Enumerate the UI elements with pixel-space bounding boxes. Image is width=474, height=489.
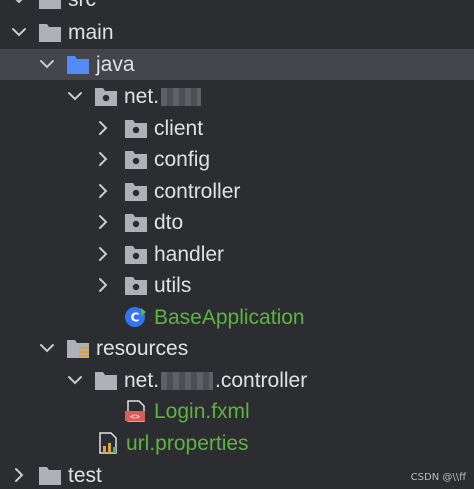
tree-label-handler: handler xyxy=(154,243,225,266)
chevron-right-icon[interactable] xyxy=(94,119,112,137)
chevron-right-icon[interactable] xyxy=(94,182,112,200)
tree-label-utils: utils xyxy=(154,274,192,297)
tree-row-handler[interactable]: handler xyxy=(0,239,474,270)
package-icon xyxy=(124,117,148,139)
tree-row-client[interactable]: client xyxy=(0,113,474,144)
svg-text:C: C xyxy=(131,311,140,325)
chevron-right-icon[interactable] xyxy=(10,466,28,484)
tree-label-test: test xyxy=(68,464,102,487)
folder-icon xyxy=(94,369,118,391)
tree-row-url-properties[interactable]: url.properties xyxy=(0,428,474,459)
chevron-down-icon[interactable] xyxy=(10,23,28,41)
tree-row-dto[interactable]: dto xyxy=(0,207,474,238)
tree-label-package: net. xyxy=(124,84,203,110)
chevron-right-icon[interactable] xyxy=(94,150,112,168)
redacted-text xyxy=(161,372,214,391)
chevron-down-icon[interactable] xyxy=(38,339,56,357)
chevron-down-icon[interactable] xyxy=(66,87,84,105)
tree-label-main: main xyxy=(68,21,114,44)
tree-label-url-properties: url.properties xyxy=(126,432,249,455)
package-icon xyxy=(124,274,148,296)
project-tree: src main java net. xyxy=(0,0,474,489)
chevron-down-icon[interactable] xyxy=(10,0,28,8)
tree-label-dto: dto xyxy=(154,211,184,234)
tree-row-base-application[interactable]: C BaseApplication xyxy=(0,302,474,333)
chevron-right-icon[interactable] xyxy=(94,276,112,294)
tree-row-src[interactable]: src xyxy=(0,0,474,15)
package-prefix: net. xyxy=(124,85,160,108)
tree-row-login-fxml[interactable]: <> Login.fxml xyxy=(0,396,474,427)
tree-label-client: client xyxy=(154,117,204,140)
properties-file-icon xyxy=(96,432,120,454)
res-package-prefix: net. xyxy=(124,369,160,392)
package-icon xyxy=(124,243,148,265)
redacted-text xyxy=(161,88,202,107)
tree-label-config: config xyxy=(154,148,211,171)
tree-row-package[interactable]: net. xyxy=(0,81,474,112)
tree-row-res-package[interactable]: net. .controller xyxy=(0,365,474,396)
tree-row-test[interactable]: test xyxy=(0,460,474,489)
folder-icon xyxy=(38,0,62,10)
tree-row-main[interactable]: main xyxy=(0,17,474,48)
tree-row-config[interactable]: config xyxy=(0,144,474,175)
tree-label-controller: controller xyxy=(154,180,241,203)
tree-row-utils[interactable]: utils xyxy=(0,270,474,301)
chevron-down-icon[interactable] xyxy=(66,371,84,389)
tree-label-java: java xyxy=(96,53,135,76)
source-folder-icon xyxy=(66,53,90,75)
tree-label-resources: resources xyxy=(96,337,189,360)
tree-label-res-package: net. .controller xyxy=(124,368,307,394)
chevron-right-icon[interactable] xyxy=(94,213,112,231)
folder-icon xyxy=(38,21,62,43)
package-icon xyxy=(124,148,148,170)
chevron-down-icon[interactable] xyxy=(38,55,56,73)
tree-row-java[interactable]: java xyxy=(0,49,474,80)
package-icon xyxy=(124,211,148,233)
package-icon xyxy=(94,85,118,107)
package-icon xyxy=(124,180,148,202)
tree-row-resources[interactable]: resources xyxy=(0,333,474,364)
res-package-suffix: .controller xyxy=(215,369,308,392)
resources-folder-icon xyxy=(66,337,90,359)
svg-text:<>: <> xyxy=(130,412,140,421)
java-class-icon: C xyxy=(124,306,148,328)
chevron-right-icon[interactable] xyxy=(94,245,112,263)
tree-row-controller[interactable]: controller xyxy=(0,176,474,207)
folder-icon xyxy=(38,464,62,486)
tree-label-base-application: BaseApplication xyxy=(154,306,305,329)
tree-label-src: src xyxy=(68,0,96,13)
watermark: CSDN @\\ff xyxy=(410,472,466,483)
fxml-file-icon: <> xyxy=(124,400,148,422)
tree-label-login-fxml: Login.fxml xyxy=(154,400,250,423)
